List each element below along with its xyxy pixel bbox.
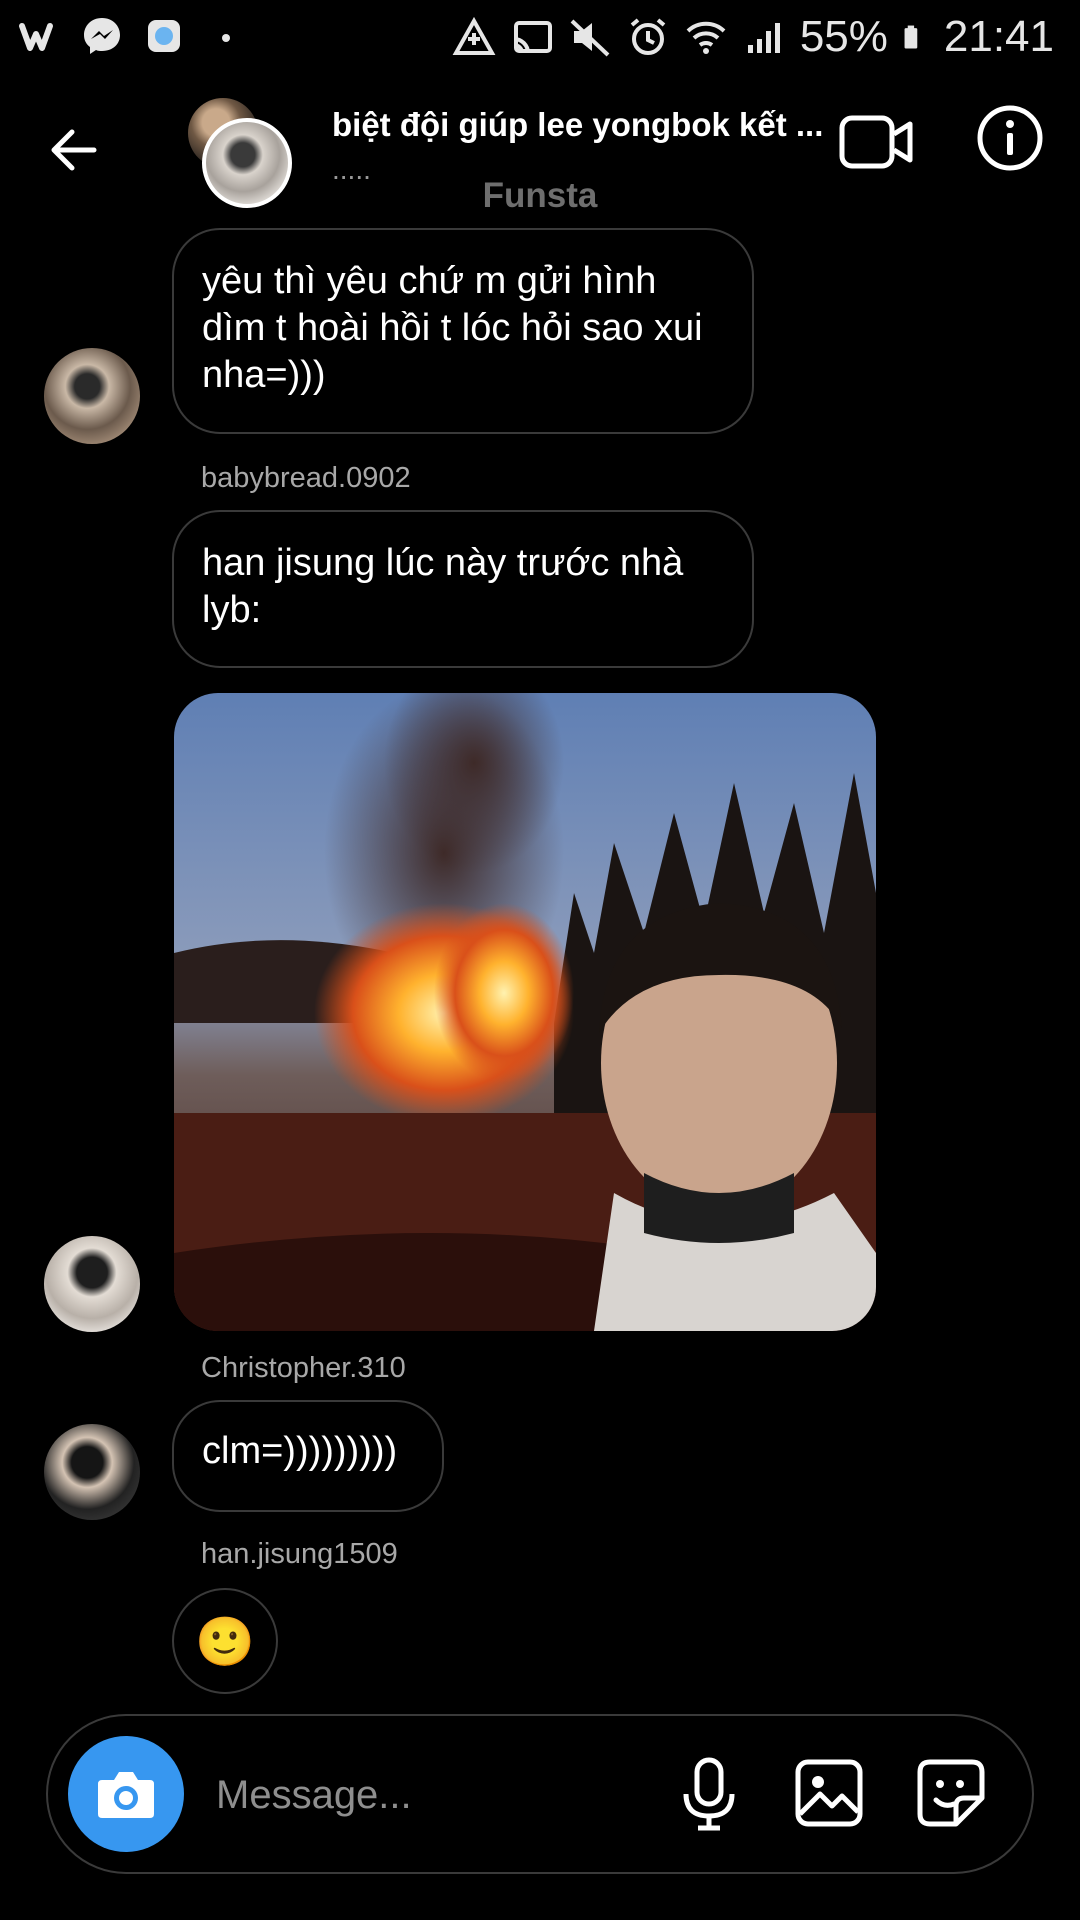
sender-name: Christopher.310 [201, 1352, 406, 1384]
sender-name: han.jisung1509 [201, 1538, 398, 1570]
sender-avatar[interactable] [44, 1236, 140, 1332]
message-bubble[interactable]: han jisung lúc này trước nhà lyb: [172, 510, 754, 668]
messenger-icon [84, 18, 120, 54]
battery-icon [904, 25, 918, 49]
photo-image [174, 693, 876, 1331]
signal-icon [747, 23, 780, 53]
video-call-icon[interactable] [838, 112, 914, 172]
battery-percent: 55% [799, 12, 888, 61]
dot-icon [222, 34, 230, 42]
gallery-icon[interactable] [794, 1758, 864, 1828]
camera-icon [98, 1772, 154, 1818]
data-saver-icon [452, 16, 496, 55]
message-composer [46, 1714, 1034, 1874]
message-input[interactable] [214, 1764, 618, 1826]
sender-avatar[interactable] [44, 348, 140, 444]
alarm-icon [630, 18, 666, 55]
message-bubble[interactable]: yêu thì yêu chứ m gửi hình dìm t hoài hồ… [172, 228, 754, 434]
account-label: Funsta [482, 176, 598, 215]
sticker-icon[interactable] [916, 1758, 986, 1828]
wifi-icon [686, 21, 726, 54]
back-arrow-icon[interactable] [44, 120, 104, 180]
emoji-message[interactable]: 🙂 [172, 1588, 278, 1694]
message-bubble[interactable]: clm=))))))))) [172, 1400, 444, 1512]
mute-icon [570, 19, 610, 57]
clock: 21:41 [943, 12, 1054, 61]
camera-button[interactable] [68, 1736, 184, 1852]
info-icon[interactable] [976, 104, 1044, 172]
photo-message[interactable] [174, 693, 876, 1331]
cast-icon [513, 21, 552, 54]
emoji-text: 🙂 [195, 1615, 255, 1669]
app-icon [148, 20, 180, 52]
wattpad-icon [19, 23, 53, 51]
microphone-icon[interactable] [674, 1756, 744, 1832]
sender-name: babybread.0902 [201, 462, 411, 494]
status-bar: 55% 21:41 [0, 0, 1080, 72]
sender-avatar[interactable] [44, 1424, 140, 1520]
chat-title[interactable]: biệt đội giúp lee yongbok kết ... [332, 106, 832, 144]
